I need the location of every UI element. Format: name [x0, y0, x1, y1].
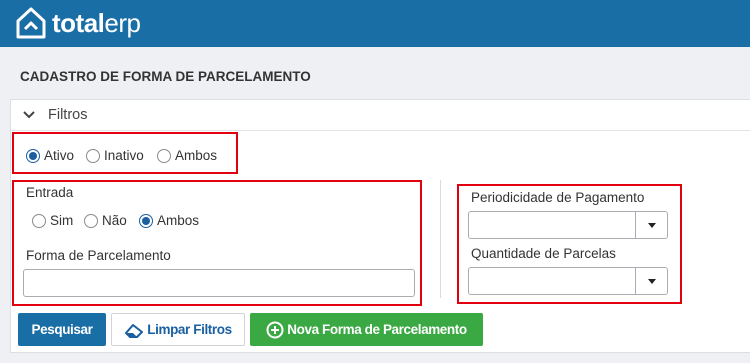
chevron-down-icon: [648, 279, 656, 284]
clear-filters-button[interactable]: Limpar Filtros: [111, 313, 245, 346]
radio-label-entrada-nao: Não: [102, 213, 127, 228]
clear-filters-label: Limpar Filtros: [147, 322, 232, 337]
forma-parcelamento-label: Forma de Parcelamento: [26, 248, 171, 263]
forma-parcelamento-input[interactable]: [23, 269, 415, 297]
radio-ativo[interactable]: Ativo: [26, 148, 74, 163]
periodicidade-select[interactable]: [468, 211, 668, 239]
plus-circle-icon: [266, 321, 284, 338]
chevron-down-icon: [648, 223, 656, 228]
radio-circle-entrada-nao[interactable]: [84, 213, 98, 228]
radio-circle-inativo[interactable]: [86, 148, 100, 163]
radio-inativo[interactable]: Inativo: [86, 148, 144, 163]
quantidade-label: Quantidade de Parcelas: [471, 246, 616, 261]
radio-circle-entrada-ambos[interactable]: [139, 213, 153, 228]
eraser-icon: [125, 323, 144, 338]
radio-circle-ambos-status[interactable]: [157, 148, 171, 163]
filters-title: Filtros: [48, 107, 88, 123]
house-logo-icon: [16, 7, 46, 39]
radio-circle-ativo[interactable]: [26, 148, 40, 163]
logo-text-bold: total: [52, 8, 105, 38]
radio-label-entrada-ambos: Ambos: [157, 213, 200, 228]
top-bar: total erp: [0, 0, 750, 47]
radio-entrada-sim[interactable]: Sim: [32, 213, 73, 228]
entrada-label: Entrada: [26, 185, 74, 200]
radio-ambos-status[interactable]: Ambos: [157, 148, 217, 163]
column-divider: [440, 180, 441, 298]
periodicidade-dropdown-toggle[interactable]: [635, 212, 667, 238]
radio-label-entrada-sim: Sim: [50, 213, 74, 228]
new-installment-button[interactable]: Nova Forma de Parcelamento: [250, 313, 483, 346]
radio-label-ambos-status: Ambos: [175, 148, 218, 163]
new-installment-label: Nova Forma de Parcelamento: [287, 322, 467, 337]
app-logo[interactable]: total erp: [16, 7, 141, 39]
quantidade-select[interactable]: [468, 267, 668, 295]
quantidade-dropdown-toggle[interactable]: [635, 268, 667, 294]
filters-header[interactable]: Filtros: [11, 100, 750, 131]
radio-circle-entrada-sim[interactable]: [32, 213, 46, 228]
radio-label-inativo: Inativo: [104, 148, 144, 163]
logo-text-light: erp: [104, 8, 141, 38]
search-button-label: Pesquisar: [31, 322, 93, 337]
search-button[interactable]: Pesquisar: [18, 313, 106, 346]
chevron-down-icon[interactable]: [23, 110, 35, 119]
radio-label-ativo: Ativo: [44, 148, 75, 163]
radio-entrada-nao[interactable]: Não: [84, 213, 127, 228]
page-title: CADASTRO DE FORMA DE PARCELAMENTO: [20, 69, 311, 84]
periodicidade-label: Periodicidade de Pagamento: [471, 190, 645, 205]
radio-entrada-ambos[interactable]: Ambos: [139, 213, 199, 228]
